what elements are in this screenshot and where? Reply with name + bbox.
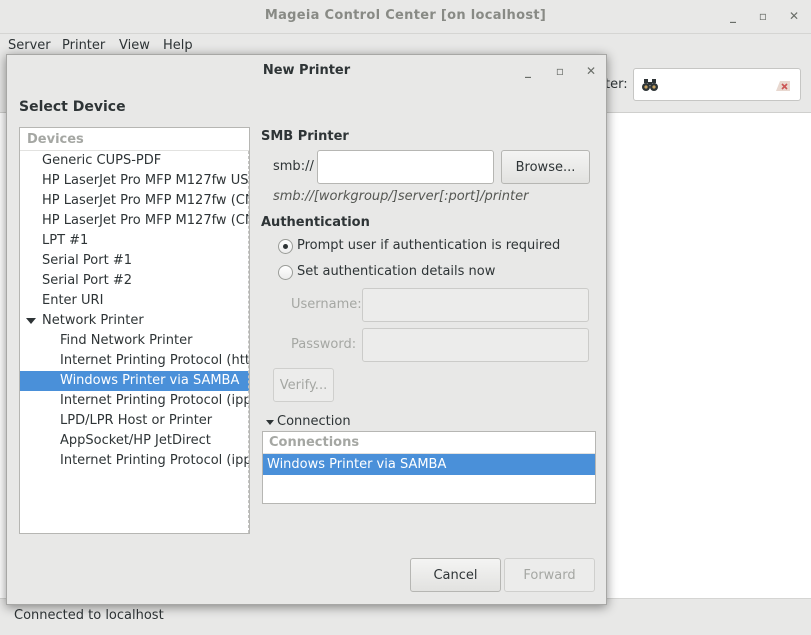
device-list-item[interactable]: Find Network Printer xyxy=(20,331,249,351)
main-titlebar: Mageia Control Center [on localhost] _ ▫… xyxy=(0,0,811,34)
connections-list[interactable]: Connections Windows Printer via SAMBA xyxy=(262,431,596,504)
connection-row[interactable]: Windows Printer via SAMBA xyxy=(263,454,595,475)
device-list-item[interactable]: Windows Printer via SAMBA xyxy=(20,371,249,391)
binoculars-icon xyxy=(642,79,658,91)
device-label: HP LaserJet Pro MFP M127fw (CNB8J010S5) xyxy=(42,193,249,208)
forward-button[interactable]: Forward xyxy=(504,558,595,592)
dialog-title: New Printer xyxy=(262,63,351,78)
device-list-item[interactable]: Enter URI xyxy=(20,291,249,311)
smb-uri-input[interactable] xyxy=(317,150,494,184)
device-label: Internet Printing Protocol (http) xyxy=(60,353,250,368)
device-label: Internet Printing Protocol (ipp) xyxy=(60,453,250,468)
menu-server[interactable]: Server xyxy=(8,38,51,53)
clear-icon[interactable] xyxy=(774,77,792,93)
menu-help[interactable]: Help xyxy=(163,38,193,53)
device-label: Find Network Printer xyxy=(60,333,193,348)
minimize-icon[interactable]: _ xyxy=(725,8,741,24)
device-list-item[interactable]: Internet Printing Protocol (ipps) xyxy=(20,391,249,411)
select-device-heading: Select Device xyxy=(19,99,126,115)
password-input[interactable] xyxy=(362,328,589,362)
dialog-maximize-icon[interactable]: ▫ xyxy=(552,63,568,79)
new-printer-dialog: New Printer _ ▫ ✕ Select Device Devices … xyxy=(6,54,607,605)
authentication-heading: Authentication xyxy=(261,215,370,230)
connections-column-header[interactable]: Connections xyxy=(263,432,595,454)
filter-input[interactable] xyxy=(633,68,801,101)
device-list-item[interactable]: Serial Port #1 xyxy=(20,251,249,271)
smb-printer-heading: SMB Printer xyxy=(261,129,349,144)
expander-down-icon[interactable] xyxy=(26,318,36,324)
device-label: Windows Printer via SAMBA xyxy=(60,373,240,388)
connection-expander-icon[interactable] xyxy=(266,420,274,425)
device-list-item[interactable]: LPT #1 xyxy=(20,231,249,251)
device-label: LPD/LPR Host or Printer xyxy=(60,413,213,428)
device-label: Generic CUPS-PDF xyxy=(42,153,162,168)
dialog-minimize-icon[interactable]: _ xyxy=(520,63,536,79)
device-list-item[interactable]: Internet Printing Protocol (ipp) xyxy=(20,451,249,471)
prompt-user-label[interactable]: Prompt user if authentication is require… xyxy=(297,238,560,253)
status-text: Connected to localhost xyxy=(14,608,164,623)
connection-expander-label[interactable]: Connection xyxy=(277,414,351,429)
browse-button[interactable]: Browse... xyxy=(501,150,590,184)
device-label: Serial Port #2 xyxy=(42,273,132,288)
set-details-label[interactable]: Set authentication details now xyxy=(297,264,495,279)
password-label: Password: xyxy=(291,337,357,352)
list-scroll-edge xyxy=(248,151,249,533)
username-input[interactable] xyxy=(362,288,589,322)
device-list[interactable]: Devices Generic CUPS-PDF HP LaserJet Pro … xyxy=(19,127,250,534)
username-label: Username: xyxy=(291,297,362,312)
device-list-item[interactable]: Network Printer xyxy=(20,311,249,331)
maximize-icon[interactable]: ▫ xyxy=(755,8,771,24)
dialog-close-icon[interactable]: ✕ xyxy=(583,63,599,79)
device-label: Enter URI xyxy=(42,293,104,308)
filter-label: ter: xyxy=(605,77,628,92)
radio-set-details[interactable] xyxy=(278,265,293,280)
verify-button[interactable]: Verify... xyxy=(273,368,334,402)
device-label: Network Printer xyxy=(42,313,144,328)
device-list-item[interactable]: Serial Port #2 xyxy=(20,271,249,291)
device-label: HP LaserJet Pro MFP M127fw USB CNB8J010S… xyxy=(42,173,249,188)
device-list-item[interactable]: HP LaserJet Pro MFP M127fw (CNB8J010S5) xyxy=(20,191,249,211)
device-label: LPT #1 xyxy=(42,233,89,248)
device-list-item[interactable]: HP LaserJet Pro MFP M127fw USB CNB8J010S… xyxy=(20,171,249,191)
device-list-item[interactable]: AppSocket/HP JetDirect xyxy=(20,431,249,451)
cancel-button[interactable]: Cancel xyxy=(410,558,501,592)
radio-prompt-user[interactable] xyxy=(278,239,293,254)
device-list-item[interactable]: Generic CUPS-PDF xyxy=(20,151,249,171)
smb-prefix-label: smb:// xyxy=(273,159,314,174)
menu-view[interactable]: View xyxy=(119,38,150,53)
device-list-item[interactable]: Internet Printing Protocol (http) xyxy=(20,351,249,371)
device-label: Serial Port #1 xyxy=(42,253,132,268)
device-label: Internet Printing Protocol (ipps) xyxy=(60,393,250,408)
device-label: AppSocket/HP JetDirect xyxy=(60,433,211,448)
devices-column-header[interactable]: Devices xyxy=(20,128,249,151)
device-list-item[interactable]: LPD/LPR Host or Printer xyxy=(20,411,249,431)
menu-printer[interactable]: Printer xyxy=(62,38,105,53)
device-label: HP LaserJet Pro MFP M127fw (CNB8J010S5) xyxy=(42,213,249,228)
close-icon[interactable]: ✕ xyxy=(786,8,802,24)
main-window-title: Mageia Control Center [on localhost] xyxy=(264,8,547,23)
smb-uri-hint: smb://[workgroup/]server[:port]/printer xyxy=(273,189,529,204)
device-list-item[interactable]: HP LaserJet Pro MFP M127fw (CNB8J010S5) xyxy=(20,211,249,231)
